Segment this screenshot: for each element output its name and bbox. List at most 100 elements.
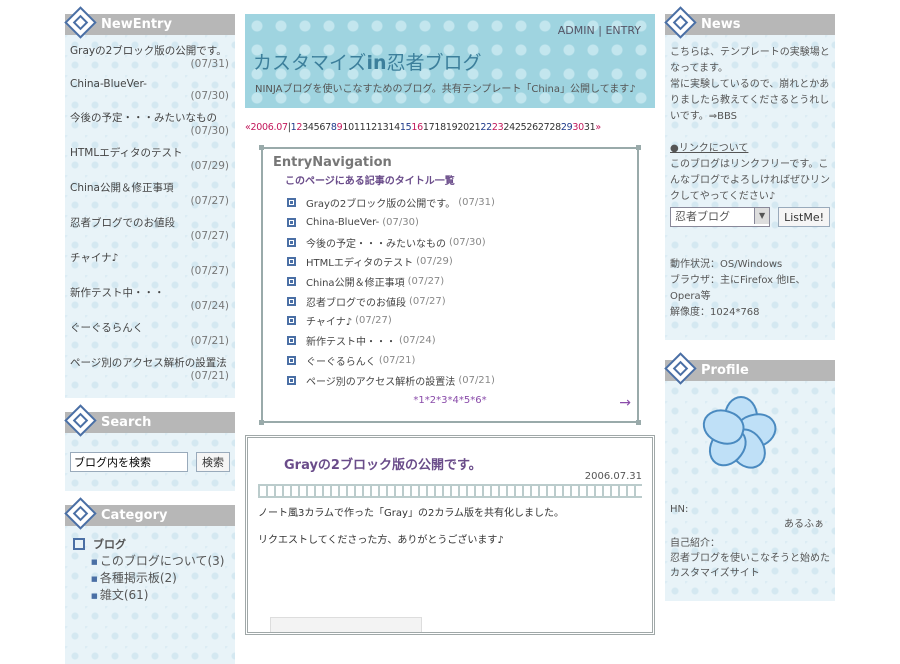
calendar-day[interactable]: 28 <box>549 122 561 133</box>
nav-entry-link[interactable]: 新作テスト中・・・ <box>306 333 396 348</box>
blog-select[interactable]: 忍者ブログ ▼ <box>670 207 771 227</box>
calendar-day[interactable]: 25 <box>515 122 527 133</box>
search-body: 検索 <box>65 433 235 491</box>
listme-row: 忍者ブログ ▼ ListMe! <box>670 207 830 227</box>
calendar-day[interactable]: 26 <box>526 122 538 133</box>
news-text-2-body: 常に実験しているので、崩れとかありましたら教えてくださるとうれしいです。⇒ <box>670 79 830 122</box>
calendar-day[interactable]: 21 <box>469 122 481 133</box>
new-entry-link[interactable]: チャイナ♪ <box>70 250 229 265</box>
left-column: NewEntry Grayの2ブロック版の公開です。 (07/31) China-B… <box>64 6 235 664</box>
admin-link[interactable]: ADMIN <box>558 24 595 37</box>
site-description: NINJAブログを使いこなすためのブログ。共有テンプレート「China」公開して… <box>255 84 636 95</box>
calendar-next-link[interactable]: » <box>595 122 601 133</box>
nav-entry-link[interactable]: ぐーぐるらんく <box>306 353 376 368</box>
search-button[interactable]: 検索 <box>196 452 230 472</box>
nav-entry-link[interactable]: 忍者ブログでのお値段 <box>306 294 406 309</box>
profile-intro-text: 忍者ブログを使いこなそうと始めたカスタマイズサイト <box>670 553 830 579</box>
calendar-day[interactable]: 20 <box>457 122 469 133</box>
calendar-day[interactable]: 14 <box>388 122 400 133</box>
new-entry-date: (07/24) <box>190 300 229 312</box>
calendar-day[interactable]: 18 <box>434 122 446 133</box>
category-items: このブログについて(3)各種掲示板(2)雑文(61) <box>73 552 227 603</box>
new-entry-title: NewEntry <box>101 17 172 32</box>
site-title[interactable]: カスタマイズin忍者ブログ <box>253 48 482 75</box>
entry-link[interactable]: ENTRY <box>605 24 641 37</box>
nav-entry-link[interactable]: HTMLエディタのテスト <box>306 254 413 269</box>
entry-navigation-list: Grayの2ブロック版の公開です。 (07/31) China-BlueVer- (0… <box>273 193 627 390</box>
category-item[interactable]: 雑文(61) <box>91 586 227 603</box>
news-header: News <box>664 6 835 39</box>
blog-select-value: 忍者ブログ <box>675 210 730 223</box>
dropdown-arrow-icon[interactable]: ▼ <box>754 208 770 224</box>
nav-entry-item: ページ別のアクセス解析の設置法 (07/21) <box>287 370 627 390</box>
right-column: News こちらは、テンプレートの実験場となってます。 常に実験しているので、崩… <box>664 6 835 601</box>
calendar-day[interactable]: 30 <box>572 122 584 133</box>
nav-entry-date: (07/27) <box>355 315 392 327</box>
new-entry-item: ページ別のアクセス解析の設置法 (07/21) <box>70 355 229 382</box>
entry-navigation-box: EntryNavigation このページにある記事のタイトル一覧 Grayの2… <box>259 145 641 425</box>
nav-entry-link[interactable]: チャイナ♪ <box>306 313 352 328</box>
calendar-day[interactable]: 15 <box>400 122 412 133</box>
bbs-link[interactable]: BBS <box>717 111 737 122</box>
corner-mark <box>636 420 641 425</box>
calendar-day[interactable]: 29 <box>561 122 573 133</box>
calendar-day[interactable]: 23 <box>492 122 504 133</box>
new-entry-item: ぐーぐるらんく (07/21) <box>70 320 229 347</box>
nav-entry-link[interactable]: China-BlueVer- <box>306 217 379 228</box>
new-entry-date: (07/30) <box>190 125 229 137</box>
calendar-day[interactable]: 27 <box>538 122 550 133</box>
category-item[interactable]: このブログについて(3) <box>91 552 227 569</box>
calendar-day[interactable]: 19 <box>446 122 458 133</box>
next-arrow-icon[interactable]: → <box>619 395 631 411</box>
new-entry-date: (07/27) <box>190 265 229 277</box>
new-entry-link[interactable]: 新作テスト中・・・ <box>70 285 229 300</box>
square-bullet-icon <box>287 237 296 247</box>
category-item[interactable]: 各種掲示板(2) <box>91 569 227 586</box>
new-entry-link[interactable]: 今後の予定・・・みたいなもの <box>70 110 229 125</box>
calendar-day[interactable]: 24 <box>503 122 515 133</box>
calendar-day[interactable]: 10 <box>342 122 354 133</box>
nav-entry-link[interactable]: 今後の予定・・・みたいなもの <box>306 235 446 250</box>
corner-mark <box>636 145 641 150</box>
new-entry-link[interactable]: HTMLエディタのテスト <box>70 145 229 160</box>
search-input[interactable] <box>70 452 188 472</box>
new-entry-date: (07/27) <box>190 195 229 207</box>
calendar-day[interactable]: 12 <box>365 122 377 133</box>
square-bullet-icon <box>287 336 296 346</box>
new-entry-date: (07/21) <box>190 370 229 382</box>
new-entry-date: (07/21) <box>190 335 229 347</box>
calendar-day[interactable]: 13 <box>377 122 389 133</box>
page-links[interactable]: *1*2*3*4*5*6* <box>273 395 627 406</box>
calendar-day[interactable]: 11 <box>354 122 366 133</box>
calendar-day[interactable]: 22 <box>480 122 492 133</box>
nav-entry-link[interactable]: ページ別のアクセス解析の設置法 <box>306 373 455 388</box>
calendar-day[interactable]: 16 <box>411 122 423 133</box>
calendar-prev-link[interactable]: «2006.07 <box>245 122 288 133</box>
square-bullet-icon <box>287 218 296 228</box>
new-entry-header: NewEntry <box>64 6 235 39</box>
calendar-day[interactable]: 31 <box>584 122 596 133</box>
news-box: News こちらは、テンプレートの実験場となってます。 常に実験しているので、崩… <box>664 6 835 340</box>
square-bullet-icon <box>287 257 296 267</box>
new-entry-link[interactable]: China公開＆修正事項 <box>70 180 229 195</box>
calendar-day[interactable]: 17 <box>423 122 435 133</box>
category-root[interactable]: ブログ <box>93 536 126 552</box>
nav-entry-item: ぐーぐるらんく (07/21) <box>287 351 627 371</box>
site-title-pre: カスタマイズ <box>253 52 367 74</box>
new-entry-link[interactable]: China-BlueVer- <box>70 78 229 90</box>
greek-key-divider <box>258 484 642 498</box>
new-entry-link[interactable]: ページ別のアクセス解析の設置法 <box>70 355 229 370</box>
profile-intro-label: 自己紹介： <box>670 538 720 549</box>
new-entry-link[interactable]: Grayの2ブロック版の公開です。 <box>70 43 229 58</box>
new-entry-item: 新作テスト中・・・ (07/24) <box>70 285 229 312</box>
nav-entry-link[interactable]: China公開＆修正事項 <box>306 274 405 289</box>
square-bullet-icon <box>287 198 296 208</box>
new-entry-link[interactable]: 忍者ブログでのお値段 <box>70 215 229 230</box>
nav-entry-link[interactable]: Grayの2ブロック版の公開です。 <box>306 195 455 210</box>
new-entry-list: Grayの2ブロック版の公開です。 (07/31) China-BlueVer- (0… <box>65 35 235 398</box>
nav-entry-date: (07/21) <box>378 354 416 366</box>
listme-button[interactable]: ListMe! <box>778 207 830 227</box>
link-policy-link[interactable]: ●リンクについて <box>670 141 830 157</box>
nav-entry-date: (07/27) <box>409 295 446 307</box>
new-entry-link[interactable]: ぐーぐるらんく <box>70 320 229 335</box>
